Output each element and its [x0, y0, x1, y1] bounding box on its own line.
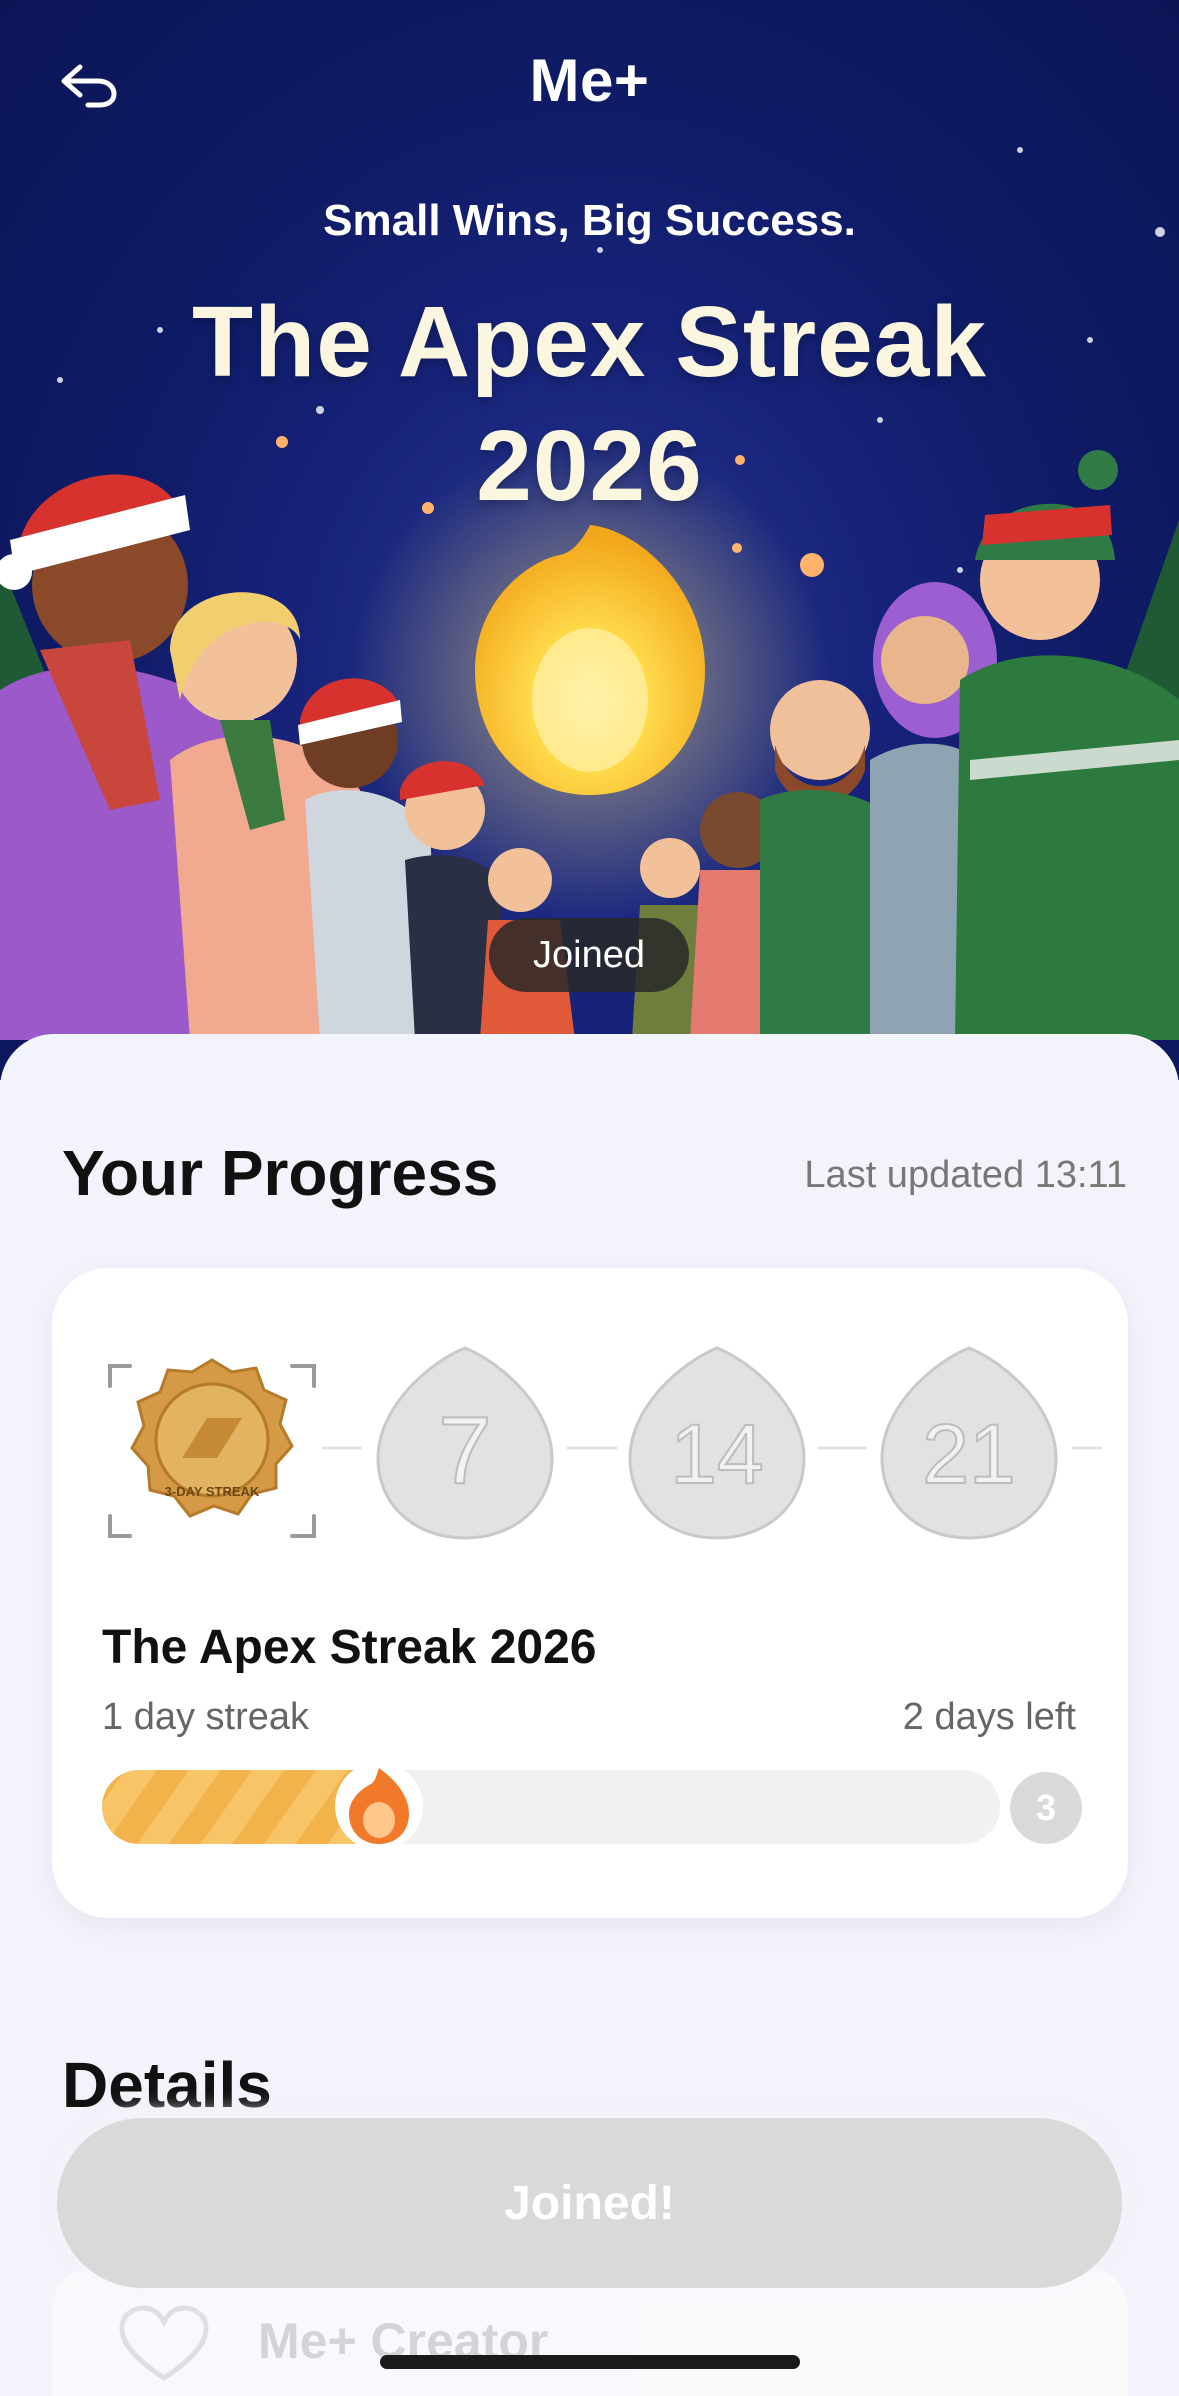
joined-button[interactable]: Joined!: [57, 2118, 1122, 2288]
14-day-badge-number: 14: [670, 1407, 763, 1501]
7-day-streak-badge[interactable]: 7: [376, 1346, 554, 1540]
days-left: 2 days left: [902, 1696, 1076, 1738]
details-section-title: Details: [62, 2049, 272, 2121]
3-day-badge-caption: 3-DAY STREAK: [165, 1484, 260, 1499]
hero-subtitle: Small Wins, Big Success.: [323, 196, 856, 245]
flame-icon: [335, 1762, 423, 1850]
hero-title-line2: 2026: [476, 410, 703, 522]
3-day-streak-badge[interactable]: 3-DAY STREAK: [130, 1358, 294, 1518]
21-day-badge-number: 21: [922, 1407, 1015, 1501]
21-day-streak-badge[interactable]: 21: [880, 1346, 1058, 1540]
hero-title-line1: The Apex Streak: [192, 286, 987, 398]
7-day-badge-number: 7: [438, 1397, 491, 1504]
progress-card: 3-DAY STREAK 7 14 21 The Apex Streak 202…: [52, 1268, 1128, 1918]
streak-count: 1 day streak: [102, 1696, 309, 1738]
heart-icon: [119, 2305, 209, 2382]
14-day-streak-badge[interactable]: 14: [628, 1346, 806, 1540]
hero-banner: Me+ Small Wins, Big Success. The Apex St…: [0, 0, 1179, 1080]
app-title: Me+: [529, 47, 650, 114]
last-updated-label: Last updated 13:11: [804, 1154, 1127, 1196]
badge-track: 3-DAY STREAK 7 14 21: [108, 1346, 1102, 1540]
challenge-hero-title: The Apex Streak 2026: [0, 280, 1179, 528]
home-indicator: [380, 2355, 800, 2369]
joined-status-pill: Joined: [489, 918, 689, 992]
challenge-title: The Apex Streak 2026: [102, 1621, 597, 1674]
progress-section-title: Your Progress: [62, 1137, 499, 1209]
streak-progress-bar: [102, 1762, 1000, 1850]
goal-days-circle: 3: [1010, 1772, 1082, 1844]
